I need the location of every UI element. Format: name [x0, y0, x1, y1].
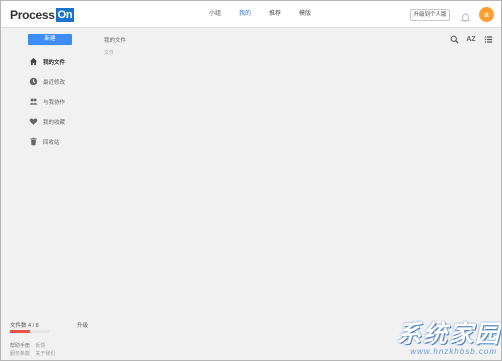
sidebar-item-label: 最近修改	[43, 80, 66, 86]
avatar[interactable]: a	[479, 7, 494, 22]
about-link[interactable]: 关于我们	[35, 351, 55, 357]
sidebar-item-label: 我的文件	[43, 60, 66, 66]
heart-icon	[29, 117, 39, 127]
nav-item-group[interactable]: 小组	[200, 10, 230, 19]
nav-item-recommend[interactable]: 推荐	[260, 10, 290, 19]
home-icon	[29, 57, 39, 67]
footer-links: 帮助手册 反馈 服务条款 关于我们	[10, 342, 59, 358]
watermark-title: 系统家园	[397, 319, 501, 348]
upgrade-button[interactable]: 升级到个人版	[410, 9, 450, 21]
logo-badge: On	[55, 8, 75, 22]
clock-icon	[29, 77, 39, 87]
sidebar-item-label: 我的收藏	[43, 120, 66, 126]
sort-az-icon[interactable]: AZ	[466, 34, 476, 44]
breadcrumb[interactable]: 我的文件	[104, 36, 126, 44]
watermark-url: www.hnzkhbsb.com	[410, 347, 497, 356]
sidebar-item-my-files[interactable]: 我的文件	[29, 52, 65, 72]
list-view-icon[interactable]	[483, 34, 493, 44]
bell-icon[interactable]	[461, 10, 470, 23]
sidebar-item-recent[interactable]: 最近修改	[29, 72, 65, 92]
storage-upgrade-link[interactable]: 升级	[77, 321, 88, 329]
nav-item-templates[interactable]: 模版	[290, 10, 320, 19]
storage-progress-bar	[10, 330, 50, 333]
logo[interactable]: Process On	[10, 8, 75, 22]
storage-label: 文件数 4 / 8	[10, 323, 39, 329]
service-terms-link[interactable]: 服务条款	[10, 351, 30, 357]
watermark: 系统家园 www.hnzkhbsb.com	[335, 319, 501, 360]
new-button[interactable]: 新建	[28, 34, 72, 45]
view-toolbar: AZ	[449, 34, 493, 44]
storage-progress-fill	[10, 330, 30, 333]
people-icon	[29, 97, 39, 107]
trash-icon	[29, 137, 39, 147]
sidebar-item-favorites[interactable]: 我的收藏	[29, 112, 65, 132]
sidebar-item-label: 回收站	[43, 140, 60, 146]
feedback-link[interactable]: 反馈	[35, 343, 45, 349]
app-window: Process On 小组 我的 推荐 模版 升级到个人版 a 新建 我的文件	[0, 0, 502, 361]
top-bar: Process On 小组 我的 推荐 模版 升级到个人版 a	[1, 1, 501, 28]
sidebar-item-trash[interactable]: 回收站	[29, 132, 65, 152]
logo-text: Process	[10, 8, 55, 22]
sidebar-item-label: 与我协作	[43, 100, 66, 106]
sidebar-item-shared[interactable]: 与我协作	[29, 92, 65, 112]
sidebar-menu: 我的文件 最近修改 与我协作 我的收藏 回收站	[29, 52, 65, 152]
nav-item-mine[interactable]: 我的	[230, 10, 260, 19]
help-link[interactable]: 帮助手册	[10, 343, 30, 349]
search-icon[interactable]	[449, 34, 459, 44]
section-subtitle: 文件	[104, 50, 115, 56]
main-nav: 小组 我的 推荐 模版	[200, 10, 320, 19]
